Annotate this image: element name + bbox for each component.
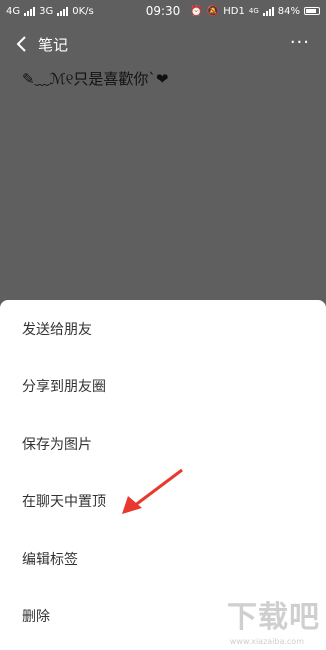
menu-item-save-image[interactable]: 保存为图片 bbox=[0, 415, 326, 473]
network-label-1: 4G bbox=[6, 5, 21, 17]
status-left: 4G 3G 0K/s bbox=[6, 6, 94, 17]
watermark-logo: 下载吧 bbox=[227, 600, 320, 635]
more-icon[interactable]: ··· bbox=[290, 34, 310, 52]
mute-icon: 🔕 bbox=[206, 5, 220, 17]
signal-icon-2 bbox=[57, 6, 69, 16]
page-title: 笔记 bbox=[38, 35, 69, 54]
network-speed: 0K/s bbox=[72, 5, 94, 17]
battery-percent: 84% bbox=[277, 5, 300, 17]
signal-icon-3 bbox=[262, 6, 274, 16]
alarm-icon: ⏰ bbox=[190, 5, 203, 17]
status-bar: 4G 3G 0K/s 09:30 ⏰ 🔕 HD1 4G 84% bbox=[0, 0, 326, 22]
status-right: ⏰ 🔕 HD1 4G 84% bbox=[190, 6, 320, 17]
signal-icon bbox=[24, 6, 36, 16]
back-icon[interactable] bbox=[8, 31, 34, 57]
menu-item-edit-tags[interactable]: 编辑标签 bbox=[0, 530, 326, 588]
hd-label: HD1 bbox=[223, 5, 245, 17]
watermark-url: www.xiazaiba.com bbox=[229, 637, 304, 646]
status-time: 09:30 bbox=[145, 4, 181, 18]
annotation-arrow-icon bbox=[122, 468, 183, 514]
header: 笔记 ··· bbox=[0, 26, 326, 62]
note-text: ✎﹏ℳ୧只是喜歡你`❤ bbox=[22, 70, 169, 88]
menu-item-send-to-friend[interactable]: 发送给朋友 bbox=[0, 300, 326, 358]
network-label-2: 3G bbox=[39, 5, 54, 17]
battery-icon bbox=[304, 7, 320, 15]
menu-item-share-moments[interactable]: 分享到朋友圈 bbox=[0, 358, 326, 416]
lte-label: 4G bbox=[248, 7, 259, 15]
